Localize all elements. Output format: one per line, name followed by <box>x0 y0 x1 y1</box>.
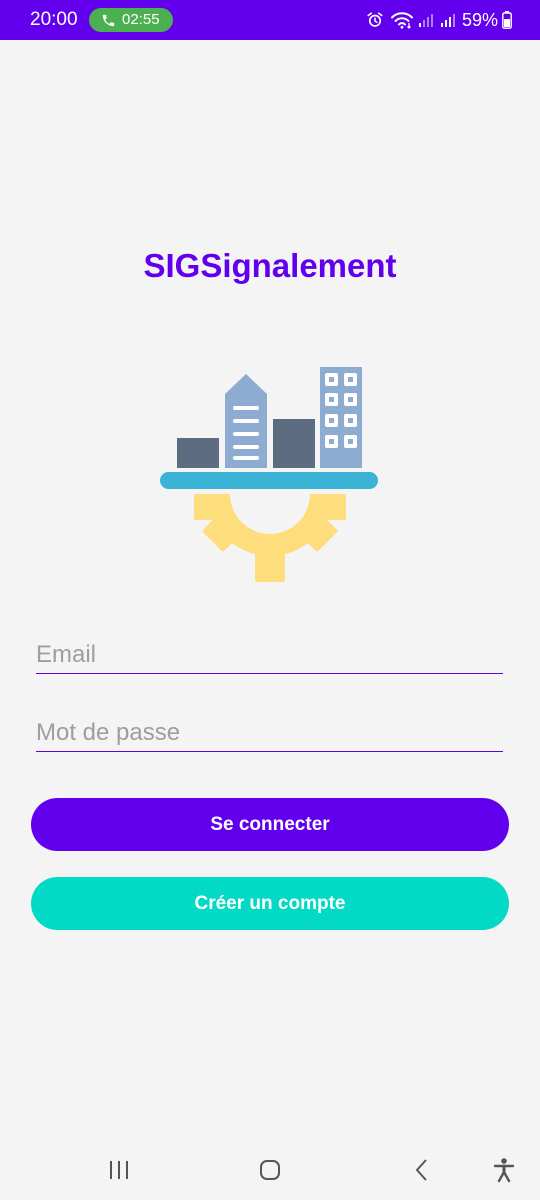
signal-icon-sim1 <box>418 12 434 28</box>
status-icons: 59% <box>366 8 512 32</box>
accessibility-button[interactable] <box>488 1154 520 1186</box>
city-gear-icon <box>160 366 380 586</box>
home-button[interactable] <box>254 1154 286 1186</box>
status-time: 20:00 <box>30 9 78 30</box>
battery-percentage: 59% <box>461 10 498 30</box>
call-duration: 02:55 <box>122 11 160 28</box>
wifi-icon <box>390 11 414 29</box>
recents-icon <box>110 1161 128 1179</box>
login-screen: 20:00 02:55 59% SIGSignalement Email Se … <box>0 0 540 1200</box>
signal-icon-sim2 <box>440 12 456 28</box>
password-field-container <box>36 705 503 752</box>
ongoing-call-pill[interactable]: 02:55 <box>89 8 173 32</box>
phone-icon <box>102 14 115 26</box>
accessibility-icon <box>493 1158 515 1183</box>
status-bar: 20:00 02:55 59% <box>0 0 540 40</box>
app-title: SIGSignalement <box>143 247 397 284</box>
email-field-container <box>36 627 503 674</box>
battery-icon <box>502 11 512 29</box>
password-field[interactable] <box>36 719 503 747</box>
back-icon <box>416 1159 427 1181</box>
email-field[interactable] <box>36 641 503 669</box>
back-button[interactable] <box>406 1154 438 1186</box>
create-account-button[interactable]: Créer un compte <box>31 877 509 930</box>
login-button[interactable]: Se connecter <box>31 798 509 851</box>
system-navigation-bar <box>0 1140 540 1200</box>
home-icon <box>260 1160 280 1180</box>
recents-button[interactable] <box>103 1154 135 1186</box>
alarm-icon <box>366 11 384 29</box>
